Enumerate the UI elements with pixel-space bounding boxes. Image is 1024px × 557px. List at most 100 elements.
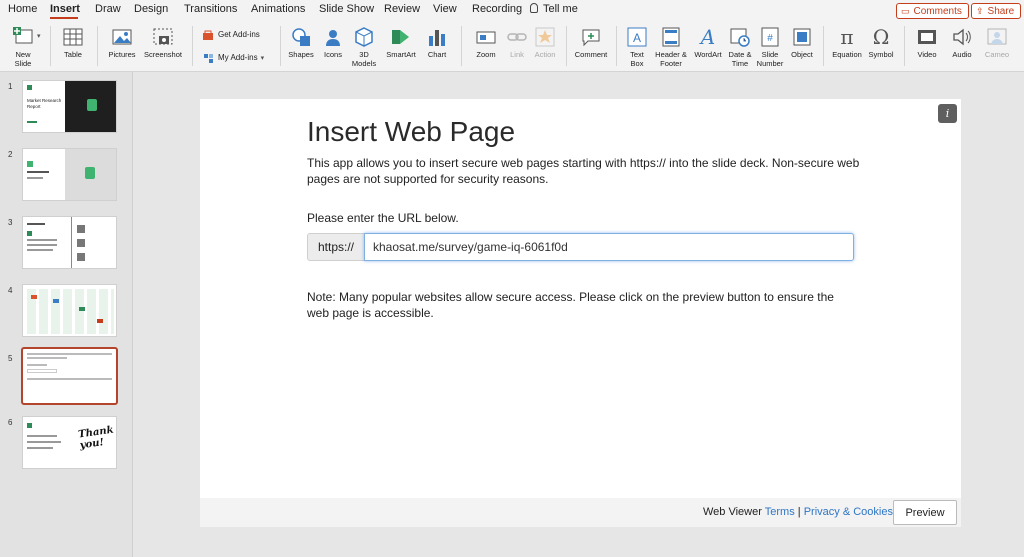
comment-button[interactable]: Comment xyxy=(572,26,610,59)
new-slide-button[interactable]: New Slide xyxy=(6,26,40,68)
slide-thumbnail-5[interactable] xyxy=(21,347,118,405)
action-button[interactable]: Action xyxy=(530,26,560,59)
wordart-label: WordArt xyxy=(694,50,722,59)
url-input[interactable] xyxy=(364,233,854,261)
video-button[interactable]: Video xyxy=(910,26,944,59)
tab-recording[interactable]: Recording xyxy=(472,3,522,15)
equation-button[interactable]: π Equation xyxy=(828,26,866,59)
smartart-button[interactable]: SmartArt xyxy=(381,26,421,59)
privacy-cookies-link[interactable]: Privacy & Cookies xyxy=(804,506,893,518)
preview-button[interactable]: Preview xyxy=(893,500,957,525)
equation-label: Equation xyxy=(832,50,862,59)
chart-label: Chart xyxy=(427,50,447,59)
comments-label: Comments xyxy=(913,6,962,17)
footer-links: Web Viewer Terms | Privacy & Cookies xyxy=(703,506,893,518)
date-time-button[interactable]: Date & Time xyxy=(726,26,754,68)
star-icon xyxy=(535,27,555,47)
pictures-label: Pictures xyxy=(108,50,136,59)
symbol-button[interactable]: Ω Symbol xyxy=(866,26,896,59)
my-addins-button[interactable]: My Add-ins ▾ xyxy=(202,52,264,64)
tab-insert[interactable]: Insert xyxy=(50,3,80,15)
chart-button[interactable]: Chart xyxy=(421,26,453,59)
tab-design[interactable]: Design xyxy=(134,3,168,15)
tab-review[interactable]: Review xyxy=(384,3,420,15)
screenshot-button[interactable]: Screenshot xyxy=(140,26,186,59)
slide-thumbnail-2[interactable] xyxy=(22,148,117,201)
omega-icon: Ω xyxy=(873,26,890,48)
addins-icon xyxy=(204,54,213,63)
screenshot-label: Screenshot xyxy=(144,50,182,59)
3d-models-label: 3D Models xyxy=(351,50,377,68)
object-icon xyxy=(793,28,811,46)
object-button[interactable]: Object xyxy=(786,26,818,59)
table-button[interactable]: Table xyxy=(56,26,90,59)
wordart-button[interactable]: A WordArt xyxy=(690,26,726,59)
thumb-title: Market Research Report xyxy=(27,98,62,109)
svg-text:Ω: Ω xyxy=(873,26,890,48)
thumb-icon xyxy=(77,253,85,261)
comments-button[interactable]: ▭ Comments xyxy=(896,3,969,19)
share-button[interactable]: ⇪ Share xyxy=(971,3,1022,19)
tab-transitions[interactable]: Transitions xyxy=(184,3,237,15)
terms-link[interactable]: Terms xyxy=(765,506,795,518)
comment-icon: ▭ xyxy=(901,6,910,16)
slide-thumbnails-pane[interactable]: 1 Market Research Report 2 3 4 5 6 Thank… xyxy=(0,72,133,557)
table-label: Table xyxy=(64,50,82,59)
cameo-button[interactable]: Cameo xyxy=(980,26,1014,59)
calendar-clock-icon xyxy=(730,28,750,47)
cameo-label: Cameo xyxy=(984,50,1010,59)
tab-view[interactable]: View xyxy=(433,3,457,15)
logo-mark xyxy=(27,85,32,90)
new-slide-icon xyxy=(13,27,33,44)
link-button[interactable]: Link xyxy=(502,26,532,59)
get-addins-label: Get Add-ins xyxy=(218,30,260,40)
link-label: Link xyxy=(510,50,524,59)
header-footer-button[interactable]: Header & Footer xyxy=(652,26,690,68)
info-button[interactable]: i xyxy=(938,104,957,123)
audio-button[interactable]: Audio xyxy=(946,26,978,59)
action-label: Action xyxy=(534,50,556,59)
shapes-button[interactable]: Shapes xyxy=(285,26,317,59)
chevron-down-icon[interactable]: ▾ xyxy=(37,32,41,40)
logo-tile xyxy=(53,299,59,303)
thumb-number: 3 xyxy=(8,218,13,227)
tab-draw[interactable]: Draw xyxy=(95,3,121,15)
tab-animations[interactable]: Animations xyxy=(251,3,305,15)
slide-number-label: Slide Number xyxy=(756,50,784,68)
slide-thumbnail-1[interactable]: Market Research Report xyxy=(22,80,117,133)
my-addins-label: My Add-ins xyxy=(218,53,258,63)
tell-me-label: Tell me xyxy=(543,3,578,15)
tab-slide-show[interactable]: Slide Show xyxy=(319,3,374,15)
header-footer-label: Header & Footer xyxy=(655,50,687,68)
ribbon-separator xyxy=(50,26,51,66)
ribbon-separator xyxy=(192,26,193,66)
tab-home[interactable]: Home xyxy=(8,3,37,15)
pictures-button[interactable]: Pictures xyxy=(104,26,140,59)
slide-thumbnail-3[interactable] xyxy=(22,216,117,269)
slide-thumbnail-6[interactable]: Thank you! xyxy=(22,416,117,469)
thumb-number: 2 xyxy=(8,150,13,159)
date-time-label: Date & Time xyxy=(728,50,752,68)
icons-icon xyxy=(326,30,340,46)
addin-title: Insert Web Page xyxy=(307,116,516,147)
tell-me-search[interactable]: Tell me xyxy=(530,3,578,15)
thumb-image-panel xyxy=(65,149,116,200)
logo-mark xyxy=(27,161,33,167)
shapes-label: Shapes xyxy=(288,50,314,59)
wordart-icon: A xyxy=(699,26,715,48)
bar-chart-icon xyxy=(429,30,445,46)
slide-thumbnail-4[interactable] xyxy=(22,284,117,337)
logo-icon xyxy=(85,167,95,179)
header-footer-icon xyxy=(662,27,680,47)
text-box-button[interactable]: A Text Box xyxy=(622,26,652,68)
audio-label: Audio xyxy=(952,50,972,59)
get-addins-button[interactable]: Get Add-ins xyxy=(202,29,260,41)
slide-number-button[interactable]: # Slide Number xyxy=(754,26,786,68)
icons-button[interactable]: Icons xyxy=(318,26,348,59)
3d-models-button[interactable]: 3D Models xyxy=(348,26,380,68)
zoom-button[interactable]: Zoom xyxy=(470,26,502,59)
addin-note: Note: Many popular websites allow secure… xyxy=(307,290,834,320)
symbol-label: Symbol xyxy=(868,50,894,59)
thumb-text-line xyxy=(27,249,53,251)
zoom-icon xyxy=(476,31,496,44)
